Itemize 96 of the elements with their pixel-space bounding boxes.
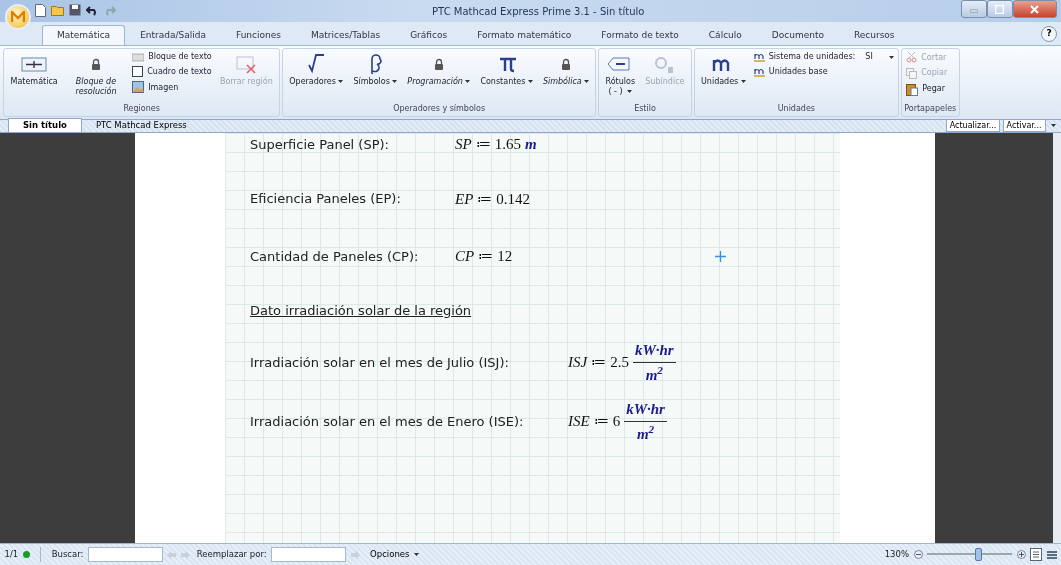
clipboard-icon [906,82,919,96]
dropdown-caret-icon[interactable] [740,80,746,84]
scissors-icon [906,52,918,64]
ribbon-tab[interactable]: Formato matemático [462,24,587,45]
scrollbar[interactable] [1053,133,1061,543]
root-icon [306,53,327,75]
math-expression[interactable]: EP ≔ 0.142 [455,187,531,210]
ribbon-tab[interactable]: Recursos [838,24,910,45]
page-view-icon[interactable] [1030,548,1042,561]
status-dot-icon [22,551,30,558]
ribbon-button[interactable]: Imagen [130,80,214,95]
document-tab[interactable]: Sin título [8,118,82,132]
dropdown-caret-icon[interactable] [392,80,398,84]
dropdown-caret-icon[interactable] [527,80,533,84]
field-label: Irradiación solar en el mes de Enero (ISE): [250,412,525,431]
image-icon [132,81,145,94]
options-button[interactable]: Opciones [364,547,425,562]
ribbon-button[interactable]: Simbólica [538,49,593,89]
ribbon-button[interactable]: Matemática [6,49,62,89]
ribbon-button[interactable]: Símbolos [349,49,402,89]
ribbon-button[interactable]: Pegar [904,81,950,97]
units-icon [753,66,765,77]
math-expression[interactable]: CP ≔ 12 [455,245,513,268]
slider-thumb[interactable] [975,548,982,561]
help-button[interactable]: ? [1041,26,1057,42]
group-label: Portapapeles [904,103,957,115]
document-tab[interactable]: PTC Mathcad Express [81,119,201,132]
subscript-icon [653,54,676,74]
restore-icon [995,4,1004,14]
ribbon-button[interactable]: Operadores [285,49,348,89]
units-icon [753,52,765,63]
page-indicator: 1/1 [4,548,19,561]
ribbon-tab[interactable]: Formato de texto [586,24,694,45]
dropdown-caret-icon[interactable] [1050,124,1056,127]
minimize-button[interactable] [960,0,987,18]
window-title: PTC Mathcad Express Prime 3.1 - Sin título [432,6,645,17]
close-button[interactable] [1012,0,1057,18]
zoom-slider[interactable] [927,547,1012,562]
ribbon-tab[interactable]: Entrada/Salida [125,24,221,45]
ribbon-button[interactable]: Rótulos ( - ) [601,49,640,99]
zoom-level: 130% [884,548,909,561]
section-heading: Dato irradiación solar de la región [250,301,473,320]
ribbon-tab[interactable]: Matemática [42,24,126,45]
ribbon-button[interactable]: Cuadro de texto [130,65,214,79]
group-label: Estilo [633,103,657,115]
maximize-button[interactable] [986,0,1013,18]
close-icon [1030,4,1039,14]
ribbon-tab[interactable]: Matrices/Tablas [295,24,396,45]
ribbon-button[interactable]: Constantes [476,49,537,89]
replace-label: Reemplazar por: [196,548,267,561]
new-document-icon[interactable] [35,3,46,17]
math-region-icon [21,54,48,74]
zoom-in-icon[interactable] [1016,550,1026,559]
ribbon-button[interactable]: Unidades base [751,65,896,78]
text-box-icon [132,66,144,78]
text-block-icon [132,52,145,62]
lock-icon [560,58,571,70]
m-logo-icon [10,11,25,23]
dropdown-caret-icon[interactable] [413,553,419,556]
ribbon-button[interactable]: Sistema de unidades: SI [751,51,896,64]
ribbon-tab[interactable]: Gráficos [395,24,463,45]
ribbon-button[interactable]: Unidades [697,49,750,89]
ribbon-button[interactable]: Bloque de resolución [63,49,128,99]
field-label: Cantidad de Paneles (CP): [250,247,420,266]
toolbar-button[interactable]: Actualizar... [945,119,1001,132]
search-field[interactable] [87,547,163,562]
undo-icon[interactable] [85,4,99,16]
toolbar-button[interactable]: Activar... [1002,119,1046,132]
zoom-out-icon[interactable] [913,550,923,559]
math-expression[interactable]: SP ≔ 1.65 m [455,133,537,156]
erase-region-icon [235,53,257,75]
app-logo[interactable] [4,4,31,30]
ribbon-button[interactable]: Programación [403,49,475,89]
dropdown-caret-icon[interactable] [465,80,471,84]
ribbon-tab[interactable]: Cálculo [693,24,757,45]
field-label: Irradiación solar en el mes de Julio (ISJ): [250,353,510,372]
group-label: Operadores y símbolos [392,103,487,115]
save-icon[interactable] [69,4,81,16]
group-label: Unidades [776,103,816,115]
dropdown-caret-icon[interactable] [888,55,894,59]
copy-icon [906,67,918,79]
lock-icon [90,58,101,70]
lock-icon [433,58,444,70]
dropdown-caret-icon[interactable] [338,80,344,84]
crosshair-cursor-icon [715,251,726,262]
group-label: Regiones [122,103,161,115]
dropdown-caret-icon[interactable] [584,80,589,84]
field-label: Eficiencia Paneles (EP): [250,190,402,208]
replace-field[interactable] [271,547,347,562]
draft-view-icon[interactable] [1046,549,1057,560]
search-label: Buscar: [51,548,84,561]
field-label: Superficie Panel (SP): [250,135,390,154]
dropdown-caret-icon[interactable] [627,89,633,93]
ribbon-button[interactable]: Bloque de texto [130,51,214,63]
ribbon-tab[interactable]: Funciones [221,24,296,45]
ribbon-tab[interactable]: Documento [756,24,839,45]
